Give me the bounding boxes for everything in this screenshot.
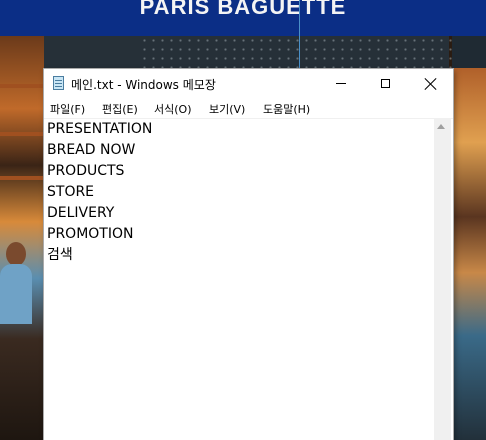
- editor-line: STORE: [47, 184, 95, 200]
- vertical-scrollbar[interactable]: [434, 119, 451, 440]
- bakery-photo-right: [452, 68, 486, 440]
- brand-logo[interactable]: PARIS BAGUETTE: [0, 0, 486, 20]
- dot-pattern: [140, 36, 460, 68]
- editor-line: DELIVERY: [47, 205, 115, 221]
- window-title: 메인.txt - Windows 메모장: [71, 78, 216, 92]
- maximize-icon: [381, 79, 390, 88]
- editor-line: BREAD NOW: [47, 142, 136, 158]
- divider-line: [299, 0, 300, 68]
- minimize-icon: [335, 83, 346, 84]
- menu-edit[interactable]: 편집(E): [102, 101, 138, 117]
- menu-help[interactable]: 도움말(H): [263, 101, 310, 117]
- menu-file[interactable]: 파일(F): [50, 101, 85, 117]
- editor-line: PRESENTATION: [47, 121, 153, 137]
- notepad-icon: [53, 76, 64, 90]
- menu-format[interactable]: 서식(O): [154, 101, 191, 117]
- editor-line: PROMOTION: [47, 226, 134, 242]
- website-header: PARIS BAGUETTE: [0, 0, 486, 36]
- editor-line: PRODUCTS: [47, 163, 125, 179]
- close-icon: [425, 78, 437, 90]
- notepad-window: 메인.txt - Windows 메모장 파일(F) 편집(E) 서식(O) 보…: [44, 69, 453, 440]
- bakery-photo-left: [0, 36, 44, 440]
- person-figure: [6, 242, 26, 266]
- editor-line: 검색: [47, 247, 73, 263]
- maximize-button[interactable]: [363, 69, 408, 98]
- close-button[interactable]: [408, 69, 453, 98]
- minimize-button[interactable]: [318, 69, 363, 98]
- menu-bar: 파일(F) 편집(E) 서식(O) 보기(V) 도움말(H): [44, 98, 453, 119]
- title-bar[interactable]: 메인.txt - Windows 메모장: [44, 69, 453, 98]
- scroll-up-arrow-icon[interactable]: [437, 124, 445, 129]
- menu-view[interactable]: 보기(V): [209, 101, 245, 117]
- text-editor[interactable]: PRESENTATION BREAD NOW PRODUCTS STORE DE…: [44, 119, 434, 440]
